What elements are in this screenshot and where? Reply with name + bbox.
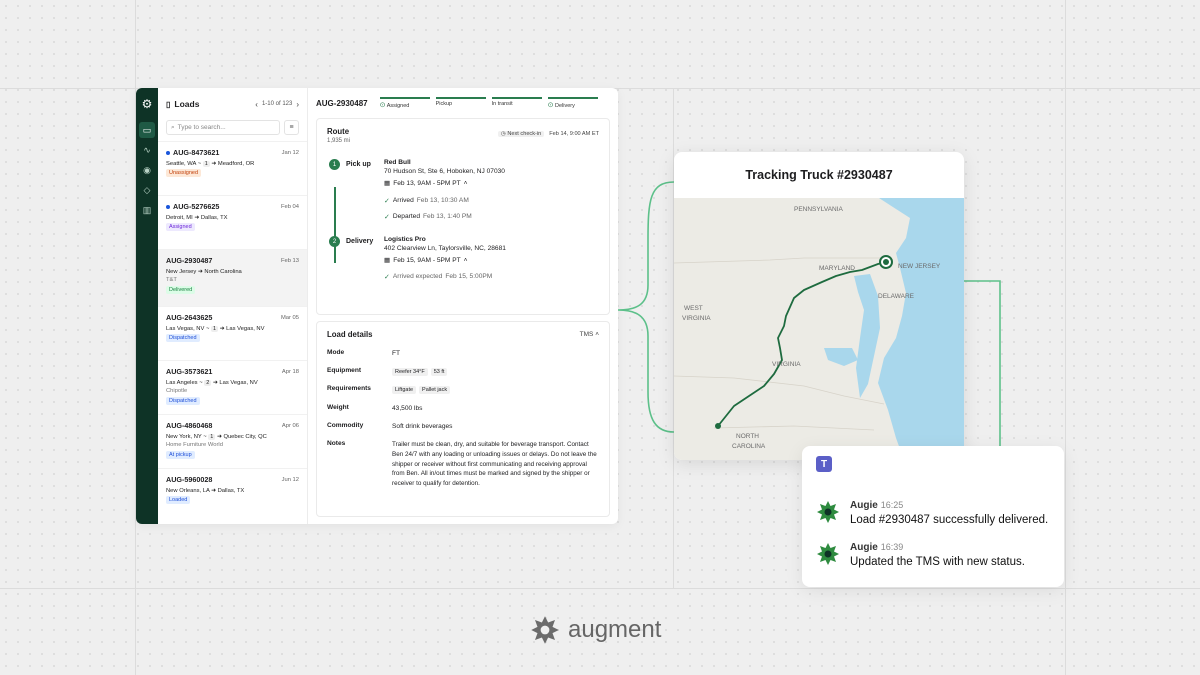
map-label-delaware: DELAWARE <box>878 293 915 300</box>
augie-avatar-icon <box>817 543 839 565</box>
map-label-new-jersey: NEW JERSEY <box>898 263 941 270</box>
map-label-virginia-w: VIRGINIA <box>682 315 711 322</box>
augment-brand: augment <box>530 615 661 645</box>
sender-name: Augie <box>850 500 878 511</box>
map-label-maryland: MARYLAND <box>819 265 855 272</box>
map-label-north: NORTH <box>736 433 759 440</box>
map-label-pennsylvania: PENNSYLVANIA <box>794 206 844 213</box>
route-map[interactable]: PENNSYLVANIA NEW JERSEY MARYLAND DELAWAR… <box>674 198 964 460</box>
message-text: Updated the TMS with new status. <box>850 556 1025 568</box>
map-label-carolina: CAROLINA <box>732 443 766 450</box>
chat-message: Augie 16:39 Updated the TMS with new stat… <box>816 542 1025 568</box>
chat-message: Augie 16:25 Load #2930487 successfully de… <box>816 500 1048 526</box>
tracking-title: Tracking Truck #2930487 <box>745 168 893 182</box>
teams-notification-card: T Augie 16:25 Load #2930487 successfully … <box>802 446 1064 587</box>
augment-logo-icon <box>531 616 559 644</box>
brand-name: augment <box>568 616 662 643</box>
augie-avatar-icon <box>817 501 839 523</box>
message-time: 16:25 <box>880 500 904 510</box>
message-time: 16:39 <box>880 542 904 552</box>
teams-icon: T <box>816 456 832 472</box>
sender-name: Augie <box>850 542 878 553</box>
map-label-west: WEST <box>684 305 703 312</box>
message-text: Load #2930487 successfully delivered. <box>850 514 1049 526</box>
map-label-virginia: VIRGINIA <box>772 361 801 368</box>
tracking-map-card: Tracking Truck #2930487 PENNSYLVANIA NEW… <box>674 152 964 460</box>
